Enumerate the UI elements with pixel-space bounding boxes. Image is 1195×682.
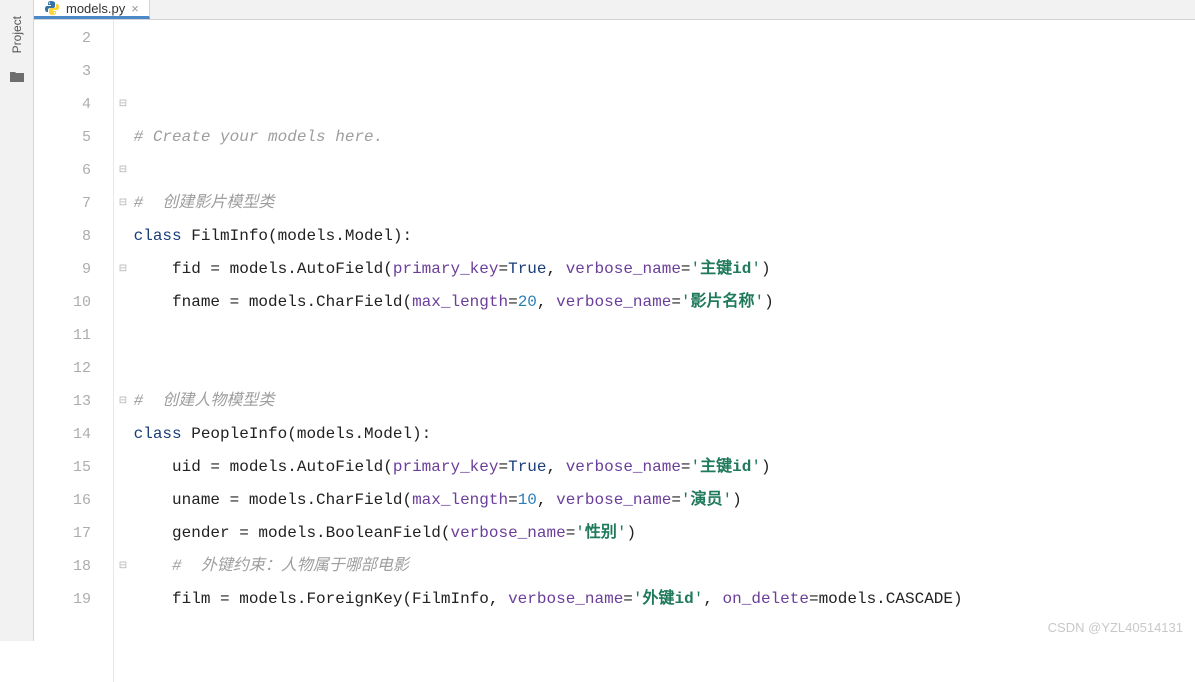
line-4: # Create your models here. (124, 128, 383, 146)
project-sidebar[interactable]: Project (0, 0, 34, 641)
tab-bar: models.py × (34, 0, 1195, 20)
line-13: class PeopleInfo(models.Model): (124, 425, 431, 443)
line-8: fid = models.AutoField(primary_key=True,… (124, 260, 771, 278)
line-gutter: 2345678910111213141516171819 (34, 20, 114, 682)
line-9: fname = models.CharField(max_length=20, … (124, 293, 774, 311)
python-file-icon (44, 0, 60, 16)
line-16: gender = models.BooleanField(verbose_nam… (124, 524, 636, 542)
code-content[interactable]: # Create your models here. # 创建影片模型类 cla… (114, 20, 1195, 682)
line-11 (124, 359, 134, 377)
line-14: uid = models.AutoField(primary_key=True,… (124, 458, 771, 476)
line-6: # 创建影片模型类 (124, 194, 274, 212)
watermark: CSDN @YZL40514131 (1048, 620, 1183, 635)
tab-filename: models.py (66, 1, 125, 16)
line-17: # 外键约束：人物属于哪部电影 (124, 557, 409, 575)
line-19 (124, 623, 134, 641)
line-18: film = models.ForeignKey(FilmInfo, verbo… (124, 590, 963, 608)
tab-models-py[interactable]: models.py × (34, 0, 150, 19)
line-3 (124, 95, 134, 113)
folder-icon (9, 69, 25, 85)
editor-area[interactable]: 2345678910111213141516171819 ⊟⊟⊟⊟⊟⊟ # Cr… (34, 20, 1195, 682)
line-15: uname = models.CharField(max_length=10, … (124, 491, 742, 509)
line-10 (124, 326, 134, 344)
close-icon[interactable]: × (131, 1, 139, 16)
project-tool-label[interactable]: Project (10, 10, 24, 59)
line-12: # 创建人物模型类 (124, 392, 274, 410)
line-5 (124, 161, 134, 179)
line-2 (124, 62, 134, 80)
line-7: class FilmInfo(models.Model): (124, 227, 412, 245)
editor-main: models.py × ✔✔ 1 ︿ 234567891011121314151… (34, 0, 1195, 641)
